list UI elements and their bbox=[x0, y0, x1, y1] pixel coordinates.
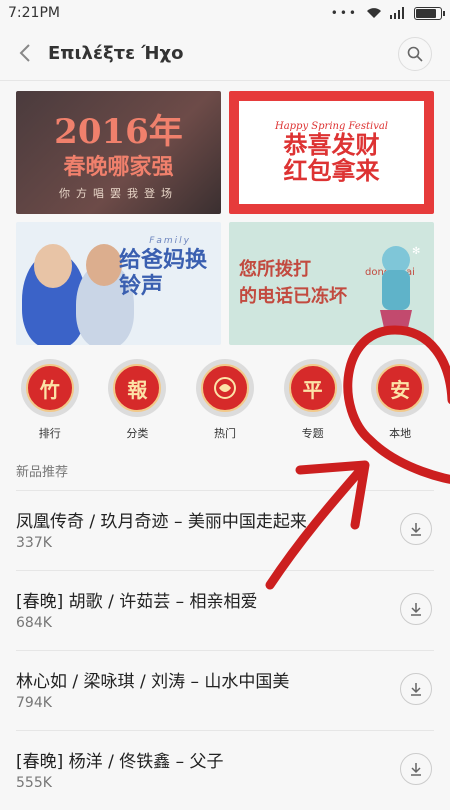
category-classify[interactable]: 報 分类 bbox=[97, 359, 177, 441]
app-header: Επιλέξτε Ήχο bbox=[0, 26, 450, 80]
download-icon bbox=[411, 763, 421, 776]
classify-icon: 報 bbox=[113, 364, 162, 412]
status-bar: 7:21PM ••• bbox=[0, 0, 450, 26]
local-icon: 安 bbox=[376, 364, 425, 412]
banner-text: 的电话已冻坏 bbox=[239, 286, 347, 307]
ornament-icon bbox=[213, 377, 236, 399]
song-title: 凤凰传奇 / 玖月奇迹 – 美丽中国走起来 bbox=[16, 512, 307, 532]
page-title: Επιλέξτε Ήχο bbox=[48, 42, 184, 64]
category-ranking[interactable]: 竹 排行 bbox=[10, 359, 90, 441]
download-button[interactable] bbox=[400, 593, 432, 625]
song-item[interactable]: 林心如 / 梁咏琪 / 刘涛 – 山水中国美 794K bbox=[16, 650, 434, 730]
banner-grid: 2016年 春晚哪家强 你方唱罢我登场 Happy Spring Festiva… bbox=[0, 81, 450, 355]
section-title: 新品推荐 bbox=[16, 465, 69, 480]
song-list: 凤凰传奇 / 玖月奇迹 – 美丽中国走起来 337K [春晚] 胡歌 / 许茹芸… bbox=[0, 490, 450, 810]
song-item[interactable]: [春晚] 杨洋 / 佟铁鑫 – 父子 555K bbox=[16, 730, 434, 810]
wifi-icon bbox=[367, 8, 381, 18]
banner-parents-ringtone[interactable]: Family 给爸妈换 铃声 bbox=[16, 222, 221, 345]
song-item[interactable]: [春晚] 胡歌 / 许茹芸 – 相亲相爱 684K bbox=[16, 570, 434, 650]
song-size: 684K bbox=[16, 615, 52, 631]
banner-text-group: 您所拨打 的电话已冻坏 bbox=[239, 256, 347, 310]
ranking-icon: 竹 bbox=[25, 364, 74, 412]
banner-spring-gala[interactable]: 2016年 春晚哪家强 你方唱罢我登场 bbox=[16, 91, 221, 214]
banner-text: 你方唱罢我登场 bbox=[59, 187, 178, 200]
search-icon bbox=[407, 46, 423, 62]
download-icon bbox=[411, 523, 421, 536]
download-button[interactable] bbox=[400, 513, 432, 545]
banner-text: 2016年 bbox=[54, 112, 183, 152]
download-button[interactable] bbox=[400, 753, 432, 785]
category-label: 分类 bbox=[126, 427, 149, 440]
popular-icon bbox=[200, 364, 249, 412]
status-icons: ••• bbox=[330, 6, 445, 20]
song-title: 林心如 / 梁咏琪 / 刘涛 – 山水中国美 bbox=[16, 672, 290, 692]
banner-text-group: 给爸妈换 铃声 bbox=[119, 248, 215, 301]
category-label: 本地 bbox=[389, 427, 412, 440]
song-title: [春晚] 胡歌 / 许茹芸 – 相亲相爱 bbox=[16, 592, 258, 612]
song-size: 555K bbox=[16, 775, 52, 791]
download-icon bbox=[411, 603, 421, 616]
category-label: 热门 bbox=[213, 427, 236, 440]
search-button[interactable] bbox=[398, 37, 432, 71]
banner-frozen-phone[interactable]: 您所拨打 的电话已冻坏 dong huai ✻ bbox=[229, 222, 434, 345]
status-time: 7:21PM bbox=[8, 5, 60, 21]
man-face-photo bbox=[86, 244, 122, 286]
category-row: 竹 排行 報 分类 热门 平 专题 安 本地 bbox=[0, 355, 450, 441]
category-circle bbox=[195, 359, 254, 417]
banner-text: Family bbox=[149, 236, 191, 246]
song-size: 337K bbox=[16, 535, 52, 551]
banner-text: 恭喜发财 bbox=[283, 130, 380, 159]
frozen-person-illustration: ✻ bbox=[380, 246, 420, 328]
banner-text: 您所拨打 bbox=[239, 259, 311, 280]
category-label: 排行 bbox=[38, 427, 61, 440]
chevron-left-icon bbox=[19, 44, 30, 62]
banner-text: 铃声 bbox=[119, 274, 164, 300]
download-button[interactable] bbox=[400, 673, 432, 705]
category-circle: 報 bbox=[108, 359, 167, 417]
category-label: 专题 bbox=[301, 427, 324, 440]
banner-red-envelope[interactable]: Happy Spring Festival 恭喜发财 红包拿来 bbox=[229, 91, 434, 214]
song-size: 794K bbox=[16, 695, 52, 711]
signal-icon bbox=[390, 7, 404, 19]
song-item[interactable]: 凤凰传奇 / 玖月奇迹 – 美丽中国走起来 337K bbox=[16, 490, 434, 570]
banner-text: 给爸妈换 bbox=[119, 248, 208, 273]
category-topic[interactable]: 平 专题 bbox=[273, 359, 353, 441]
category-popular[interactable]: 热门 bbox=[185, 359, 265, 441]
banner-text: Happy Spring Festival bbox=[274, 120, 389, 132]
banner-text: 春晚哪家强 bbox=[63, 155, 174, 180]
battery-icon bbox=[414, 6, 445, 20]
svg-text:✻: ✻ bbox=[412, 246, 420, 257]
category-circle: 平 bbox=[283, 359, 342, 417]
download-icon bbox=[411, 683, 421, 696]
notification-dots-icon: ••• bbox=[330, 6, 358, 20]
category-circle: 安 bbox=[371, 359, 430, 417]
song-title: [春晚] 杨洋 / 佟铁鑫 – 父子 bbox=[16, 752, 224, 772]
topic-icon: 平 bbox=[288, 364, 337, 412]
banner-card: Happy Spring Festival 恭喜发财 红包拿来 bbox=[239, 101, 424, 204]
banner-text: 红包拿来 bbox=[283, 157, 380, 185]
category-circle: 竹 bbox=[20, 359, 79, 417]
category-local[interactable]: 安 本地 bbox=[360, 359, 440, 441]
back-button[interactable] bbox=[10, 38, 40, 68]
woman-face-photo bbox=[34, 244, 72, 288]
